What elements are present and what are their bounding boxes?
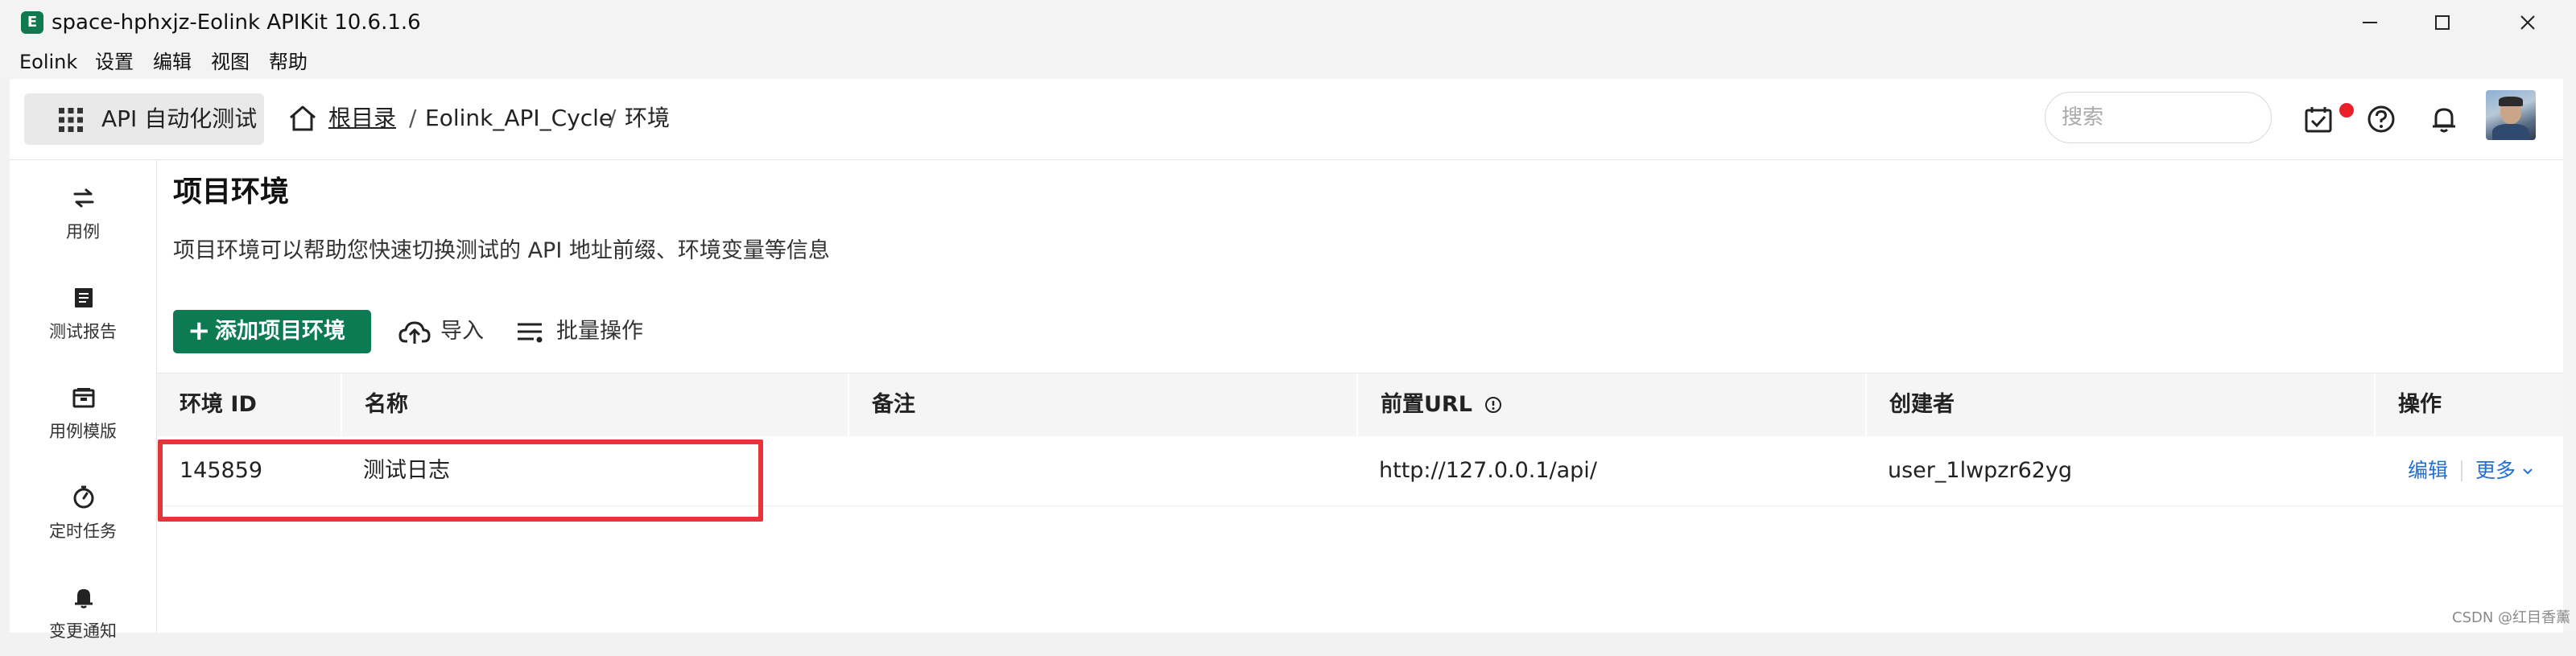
sidebar-item-cases[interactable]: 用例 [10,168,156,257]
minimize-icon [2363,22,2377,23]
timer-icon [73,485,94,509]
highlight-annotation [158,439,763,522]
menu-eolink[interactable]: Eolink [19,50,77,74]
page-description: 项目环境可以帮助您快速切换测试的 API 地址前缀、环境变量等信息 [173,238,830,263]
sidebar-item-reports[interactable]: 测试报告 [10,268,156,357]
help-icon[interactable] [2365,103,2397,135]
cloud-upload-icon [398,321,431,344]
avatar-body [2492,124,2529,140]
grid-icon [59,108,83,132]
app-logo: E [21,11,43,34]
home-icon[interactable] [288,105,317,132]
batch-operation-button[interactable]: 批量操作 [516,310,653,353]
close-icon [2520,15,2535,30]
cell-remark [848,436,1356,505]
cell-creator: user_1lwpzr62yg [1888,458,2073,483]
more-label: 更多 [2475,459,2516,482]
sidebar-item-label: 定时任务 [49,522,117,541]
sidebar: 用例 测试报告 用例模版 定时任务 变更通知 [10,160,157,641]
module-label: API 自动化测试 [101,105,258,132]
column-header-base-url-label: 前置URL [1381,392,1472,417]
bell-icon[interactable] [2428,103,2460,135]
close-window-button[interactable] [2496,5,2560,40]
column-header-remark: 备注 [848,373,1356,436]
table-header: 环境 ID 名称 备注 前置URL 创建者 操作 [157,373,2563,437]
menu-bar: Eolink 设置 编辑 视图 帮助 [0,45,2576,79]
template-icon [72,388,95,408]
window-title-bar: E space-hphxjz-Eolink APIKit 10.6.1.6 [0,0,2576,45]
task-check-icon[interactable] [2302,103,2334,135]
breadcrumb-project[interactable]: Eolink_API_Cycle [425,105,613,132]
maximize-button[interactable] [2410,5,2475,40]
page-title: 项目环境 [173,175,290,208]
menu-settings[interactable]: 设置 [95,50,134,74]
window-right-edge [2563,79,2576,633]
column-header-env-id: 环境 ID [180,392,257,417]
watermark: CSDN @红目香薰 [2452,609,2571,626]
import-label: 导入 [440,319,484,344]
breadcrumb-current: 环境 [625,105,671,131]
main-content: 项目环境 项目环境可以帮助您快速切换测试的 API 地址前缀、环境变量等信息 +… [157,160,2563,633]
column-header-base-url: 前置URL [1356,373,1865,436]
sidebar-item-label: 用例模版 [49,422,117,441]
minimize-button[interactable] [2338,5,2402,40]
action-divider [2461,460,2462,481]
column-header-actions: 操作 [2374,373,2563,436]
search-input[interactable] [2045,92,2272,143]
sidebar-item-scheduled-tasks[interactable]: 定时任务 [10,468,156,556]
bell-icon [75,589,93,609]
window-title: space-hphxjz-Eolink APIKit 10.6.1.6 [52,10,421,35]
column-header-creator: 创建者 [1865,373,2374,436]
add-environment-label: 添加项目环境 [215,319,345,344]
swap-arrows-icon [73,188,94,208]
maximize-icon [2435,15,2450,30]
top-header: API 自动化测试 根目录 / Eolink_API_Cycle / 环境 [10,79,2563,160]
breadcrumb-separator: / [409,105,417,131]
edit-link[interactable]: 编辑 [2408,436,2448,505]
breadcrumb-root-link[interactable]: 根目录 [328,105,396,132]
breadcrumb-separator: / [609,105,617,131]
info-icon[interactable] [1484,396,1502,414]
column-header-name: 名称 [341,373,848,436]
sidebar-item-label: 变更通知 [49,621,117,641]
sidebar-item-change-notice[interactable]: 变更通知 [10,567,156,656]
module-switcher-button[interactable]: API 自动化测试 [24,93,264,145]
batch-operation-label: 批量操作 [556,319,643,344]
list-settings-icon [518,323,543,343]
menu-help[interactable]: 帮助 [269,50,308,74]
import-button[interactable]: 导入 [398,310,487,353]
cell-base-url: http://127.0.0.1/api/ [1379,458,1597,483]
menu-view[interactable]: 视图 [211,50,250,74]
plus-icon: + [188,315,211,347]
avatar[interactable] [2486,90,2536,140]
avatar-hair [2499,97,2523,106]
menu-edit[interactable]: 编辑 [153,50,192,74]
notification-dot [2339,103,2354,118]
chevron-down-icon [2523,468,2533,475]
add-environment-button[interactable]: + 添加项目环境 [173,310,371,353]
report-icon [75,288,93,307]
more-dropdown[interactable]: 更多 [2475,436,2533,505]
sidebar-item-label: 用例 [66,222,100,241]
sidebar-item-label: 测试报告 [49,322,117,341]
sidebar-item-templates[interactable]: 用例模版 [10,368,156,456]
